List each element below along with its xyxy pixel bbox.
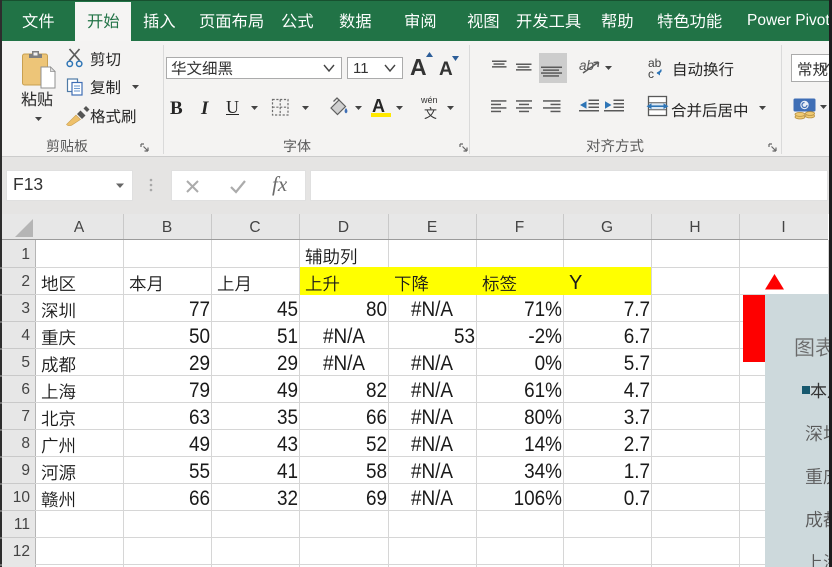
svg-text:c: c bbox=[648, 67, 654, 80]
